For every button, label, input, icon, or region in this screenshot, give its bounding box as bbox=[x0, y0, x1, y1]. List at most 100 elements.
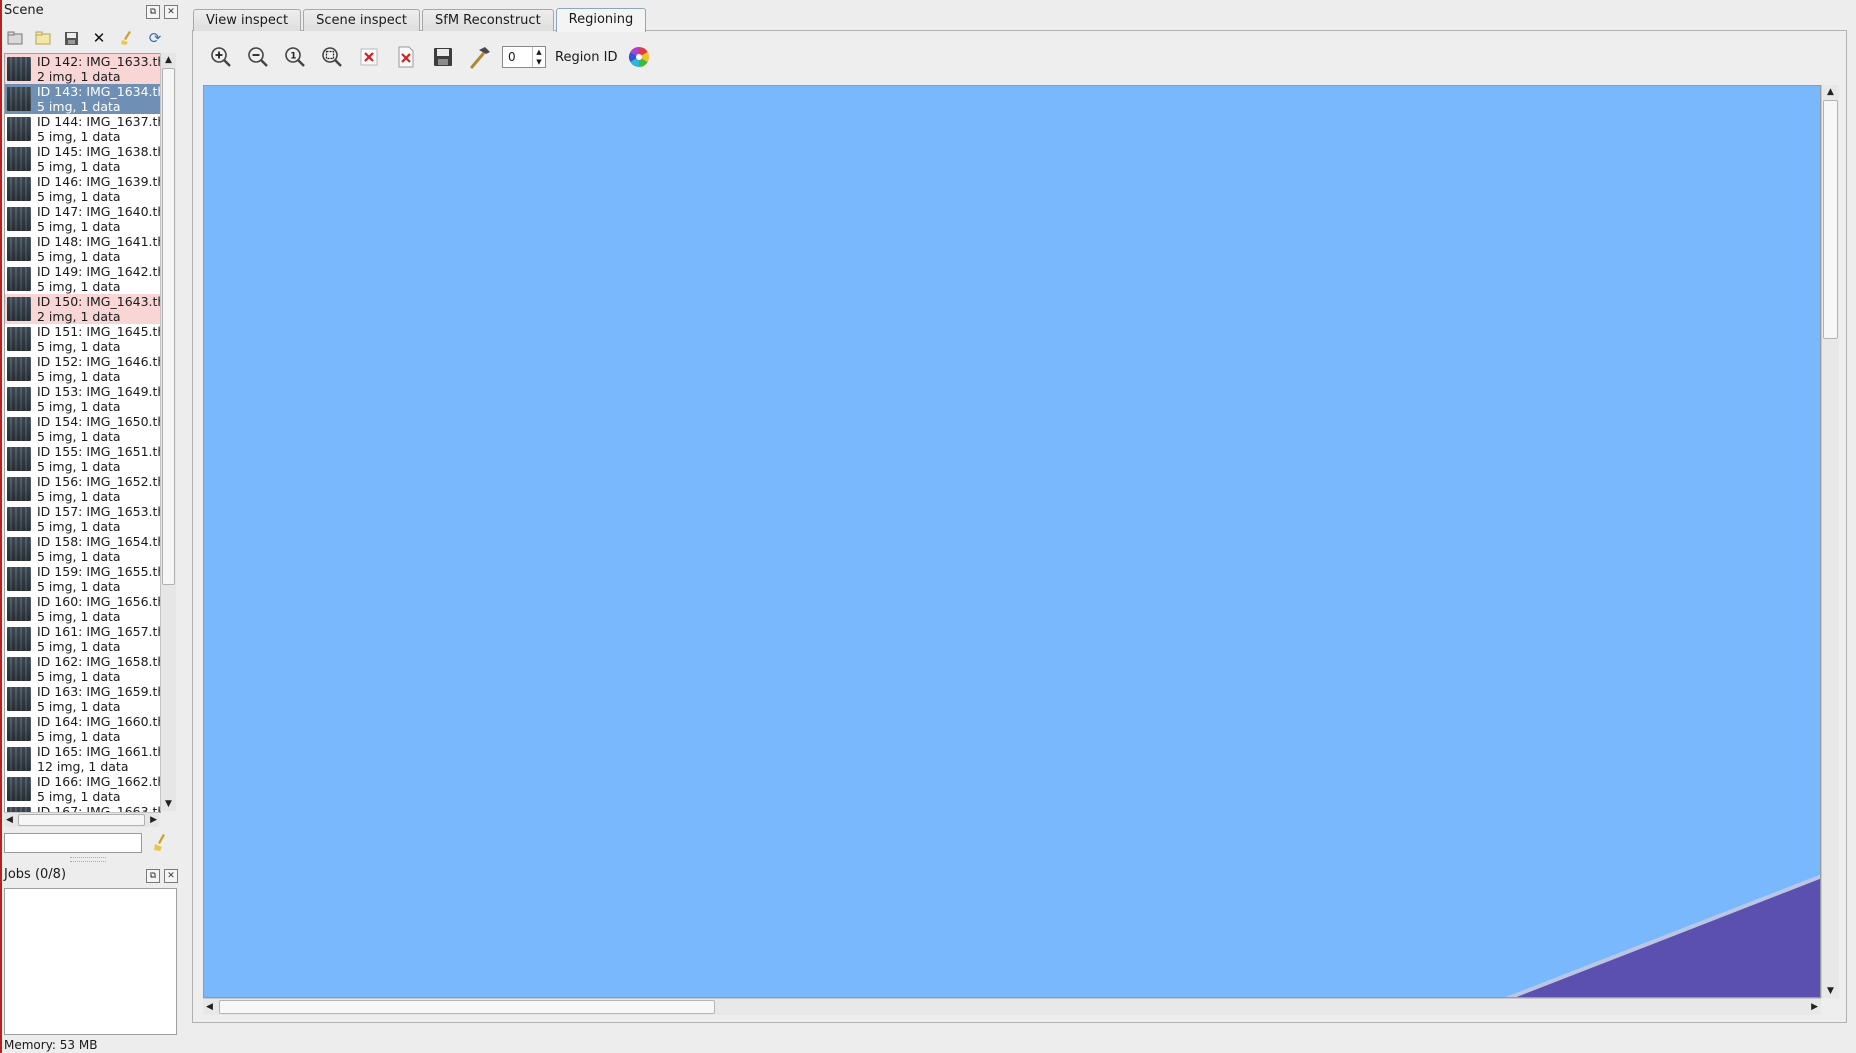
scene-list-item[interactable]: ID 162: IMG_1658.th 5 img, 1 data bbox=[5, 654, 160, 684]
scene-horizontal-scroll-thumb[interactable] bbox=[18, 814, 145, 826]
scroll-left-icon[interactable]: ◀ bbox=[206, 999, 213, 1015]
scene-item-name: ID 160: IMG_1656.th bbox=[37, 594, 161, 609]
scene-item-info: 5 img, 1 data bbox=[37, 279, 121, 294]
scene-list-item[interactable]: ID 161: IMG_1657.th 5 img, 1 data bbox=[5, 624, 160, 654]
scroll-up-icon[interactable]: ▲ bbox=[1822, 85, 1839, 99]
scene-list-item[interactable]: ID 153: IMG_1649.th 5 img, 1 data bbox=[5, 384, 160, 414]
scene-item-name: ID 164: IMG_1660.th bbox=[37, 714, 161, 729]
scene-item-name: ID 151: IMG_1645.th bbox=[37, 324, 161, 339]
scene-list-item[interactable]: ID 166: IMG_1662.th 5 img, 1 data bbox=[5, 774, 160, 804]
scene-list-item[interactable]: ID 163: IMG_1659.th 5 img, 1 data bbox=[5, 684, 160, 714]
scene-item-name: ID 154: IMG_1650.th bbox=[37, 414, 161, 429]
scroll-down-icon[interactable]: ▼ bbox=[1822, 984, 1839, 998]
clear-icon[interactable] bbox=[354, 42, 384, 72]
thumbnail-image bbox=[7, 87, 31, 111]
thumbnail-image bbox=[7, 477, 31, 501]
scene-item-name: ID 156: IMG_1652.th bbox=[37, 474, 161, 489]
scene-list-item[interactable]: ID 158: IMG_1654.th 5 img, 1 data bbox=[5, 534, 160, 564]
float-icon[interactable]: ⧉ bbox=[146, 5, 160, 19]
scene-item-name: ID 147: IMG_1640.th bbox=[37, 204, 161, 219]
scene-item-name: ID 155: IMG_1651.th bbox=[37, 444, 161, 459]
scroll-right-icon[interactable]: ▶ bbox=[1811, 999, 1818, 1015]
sky-region bbox=[204, 86, 1820, 997]
scroll-down-icon[interactable]: ▼ bbox=[161, 797, 176, 811]
scene-list-item[interactable]: ID 154: IMG_1650.th 5 img, 1 data bbox=[5, 414, 160, 444]
scene-list-item[interactable]: ID 150: IMG_1643.th 2 img, 1 data bbox=[5, 294, 160, 324]
clean-icon[interactable] bbox=[152, 833, 172, 853]
jobs-list[interactable] bbox=[4, 888, 177, 1035]
tab-view-inspect[interactable]: View inspect bbox=[193, 9, 302, 31]
spin-arrows: ▲ ▼ bbox=[532, 47, 545, 67]
scene-item-name: ID 162: IMG_1658.th bbox=[37, 654, 161, 669]
memory-status: Memory: 53 MB bbox=[4, 1038, 98, 1052]
region-id-value: 0 bbox=[508, 50, 516, 64]
zoom-out-icon[interactable] bbox=[243, 42, 273, 72]
scene-item-name: ID 163: IMG_1659.th bbox=[37, 684, 161, 699]
save-icon[interactable] bbox=[428, 42, 458, 72]
save-icon[interactable] bbox=[60, 27, 82, 49]
splitter-handle[interactable] bbox=[70, 857, 106, 862]
thumbnail-image bbox=[7, 657, 31, 681]
zoom-fit-icon[interactable] bbox=[317, 42, 347, 72]
scroll-right-icon[interactable]: ▶ bbox=[150, 813, 157, 827]
scene-list-item[interactable]: ID 145: IMG_1638.th 5 img, 1 data bbox=[5, 144, 160, 174]
viewport-vertical-scroll-thumb[interactable] bbox=[1823, 100, 1838, 339]
scene-list-item[interactable]: ID 147: IMG_1640.th 5 img, 1 data bbox=[5, 204, 160, 234]
image-viewport[interactable] bbox=[203, 85, 1821, 998]
scene-list-item[interactable]: ID 142: IMG_1633.th 2 img, 1 data bbox=[5, 54, 160, 84]
scene-vertical-scroll-thumb[interactable] bbox=[162, 68, 175, 585]
scene-list[interactable]: ID 142: IMG_1633.th 2 img, 1 data ID 143: … bbox=[4, 53, 161, 813]
color-wheel-icon[interactable] bbox=[624, 42, 654, 72]
scene-item-name: ID 158: IMG_1654.th bbox=[37, 534, 161, 549]
scene-filter-input[interactable] bbox=[4, 833, 142, 853]
scene-list-item[interactable]: ID 146: IMG_1639.th 5 img, 1 data bbox=[5, 174, 160, 204]
scene-list-item[interactable]: ID 157: IMG_1653.th 5 img, 1 data bbox=[5, 504, 160, 534]
close-icon[interactable]: ✕ bbox=[88, 27, 110, 49]
scene-item-name: ID 146: IMG_1639.th bbox=[37, 174, 161, 189]
scene-item-info: 5 img, 1 data bbox=[37, 369, 121, 384]
scroll-up-icon[interactable]: ▲ bbox=[161, 53, 176, 67]
scene-item-name: ID 165: IMG_1661.th bbox=[37, 744, 161, 759]
jobs-dock-buttons: ⧉ ✕ bbox=[146, 869, 178, 883]
tab-scene-inspect[interactable]: Scene inspect bbox=[303, 9, 420, 31]
scene-list-item[interactable]: ID 165: IMG_1661.th 12 img, 1 data bbox=[5, 744, 160, 774]
scene-item-info: 5 img, 1 data bbox=[37, 669, 121, 684]
spin-up-icon[interactable]: ▲ bbox=[533, 47, 545, 57]
clean-icon[interactable] bbox=[116, 27, 138, 49]
thumbnail-image bbox=[7, 57, 31, 81]
hammer-icon[interactable] bbox=[465, 42, 495, 72]
close-dock-icon[interactable]: ✕ bbox=[164, 869, 178, 883]
scene-item-name: ID 143: IMG_1634.th bbox=[37, 84, 161, 99]
scroll-left-icon[interactable]: ◀ bbox=[6, 813, 13, 827]
zoom-in-icon[interactable] bbox=[206, 42, 236, 72]
scene-item-info: 5 img, 1 data bbox=[37, 699, 121, 714]
open-folder-icon[interactable] bbox=[4, 27, 26, 49]
scene-list-item[interactable]: ID 143: IMG_1634.th 5 img, 1 data bbox=[5, 84, 160, 114]
float-icon[interactable]: ⧉ bbox=[146, 869, 160, 883]
scene-list-item[interactable]: ID 148: IMG_1641.th 5 img, 1 data bbox=[5, 234, 160, 264]
scene-list-item[interactable]: ID 144: IMG_1637.th 5 img, 1 data bbox=[5, 114, 160, 144]
scene-list-item[interactable]: ID 159: IMG_1655.th 5 img, 1 data bbox=[5, 564, 160, 594]
scene-item-info: 5 img, 1 data bbox=[37, 159, 121, 174]
thumbnail-image bbox=[7, 717, 31, 741]
scene-list-item[interactable]: ID 164: IMG_1660.th 5 img, 1 data bbox=[5, 714, 160, 744]
spin-down-icon[interactable]: ▼ bbox=[533, 57, 545, 67]
scene-list-item[interactable]: ID 160: IMG_1656.th 5 img, 1 data bbox=[5, 594, 160, 624]
thumbnail-image bbox=[7, 507, 31, 531]
viewport-horizontal-scroll-thumb[interactable] bbox=[219, 1000, 715, 1014]
zoom-reset-icon[interactable]: 1 bbox=[280, 42, 310, 72]
open-file-icon[interactable] bbox=[32, 27, 54, 49]
thumbnail-image bbox=[7, 327, 31, 351]
tab-regioning[interactable]: Regioning bbox=[555, 8, 647, 32]
scene-list-item[interactable]: ID 155: IMG_1651.th 5 img, 1 data bbox=[5, 444, 160, 474]
scene-list-item[interactable]: ID 149: IMG_1642.th 5 img, 1 data bbox=[5, 264, 160, 294]
close-dock-icon[interactable]: ✕ bbox=[164, 5, 178, 19]
scene-list-item[interactable]: ID 152: IMG_1646.th 5 img, 1 data bbox=[5, 354, 160, 384]
refresh-icon[interactable]: ⟳ bbox=[144, 27, 166, 49]
clear-all-icon[interactable] bbox=[391, 42, 421, 72]
scene-list-item[interactable]: ID 151: IMG_1645.th 5 img, 1 data bbox=[5, 324, 160, 354]
scene-list-item[interactable]: ID 156: IMG_1652.th 5 img, 1 data bbox=[5, 474, 160, 504]
tab-sfm-reconstruct[interactable]: SfM Reconstruct bbox=[422, 9, 554, 31]
scene-item-info: 5 img, 1 data bbox=[37, 489, 121, 504]
region-id-spinbox[interactable]: 0 ▲ ▼ bbox=[502, 46, 546, 68]
